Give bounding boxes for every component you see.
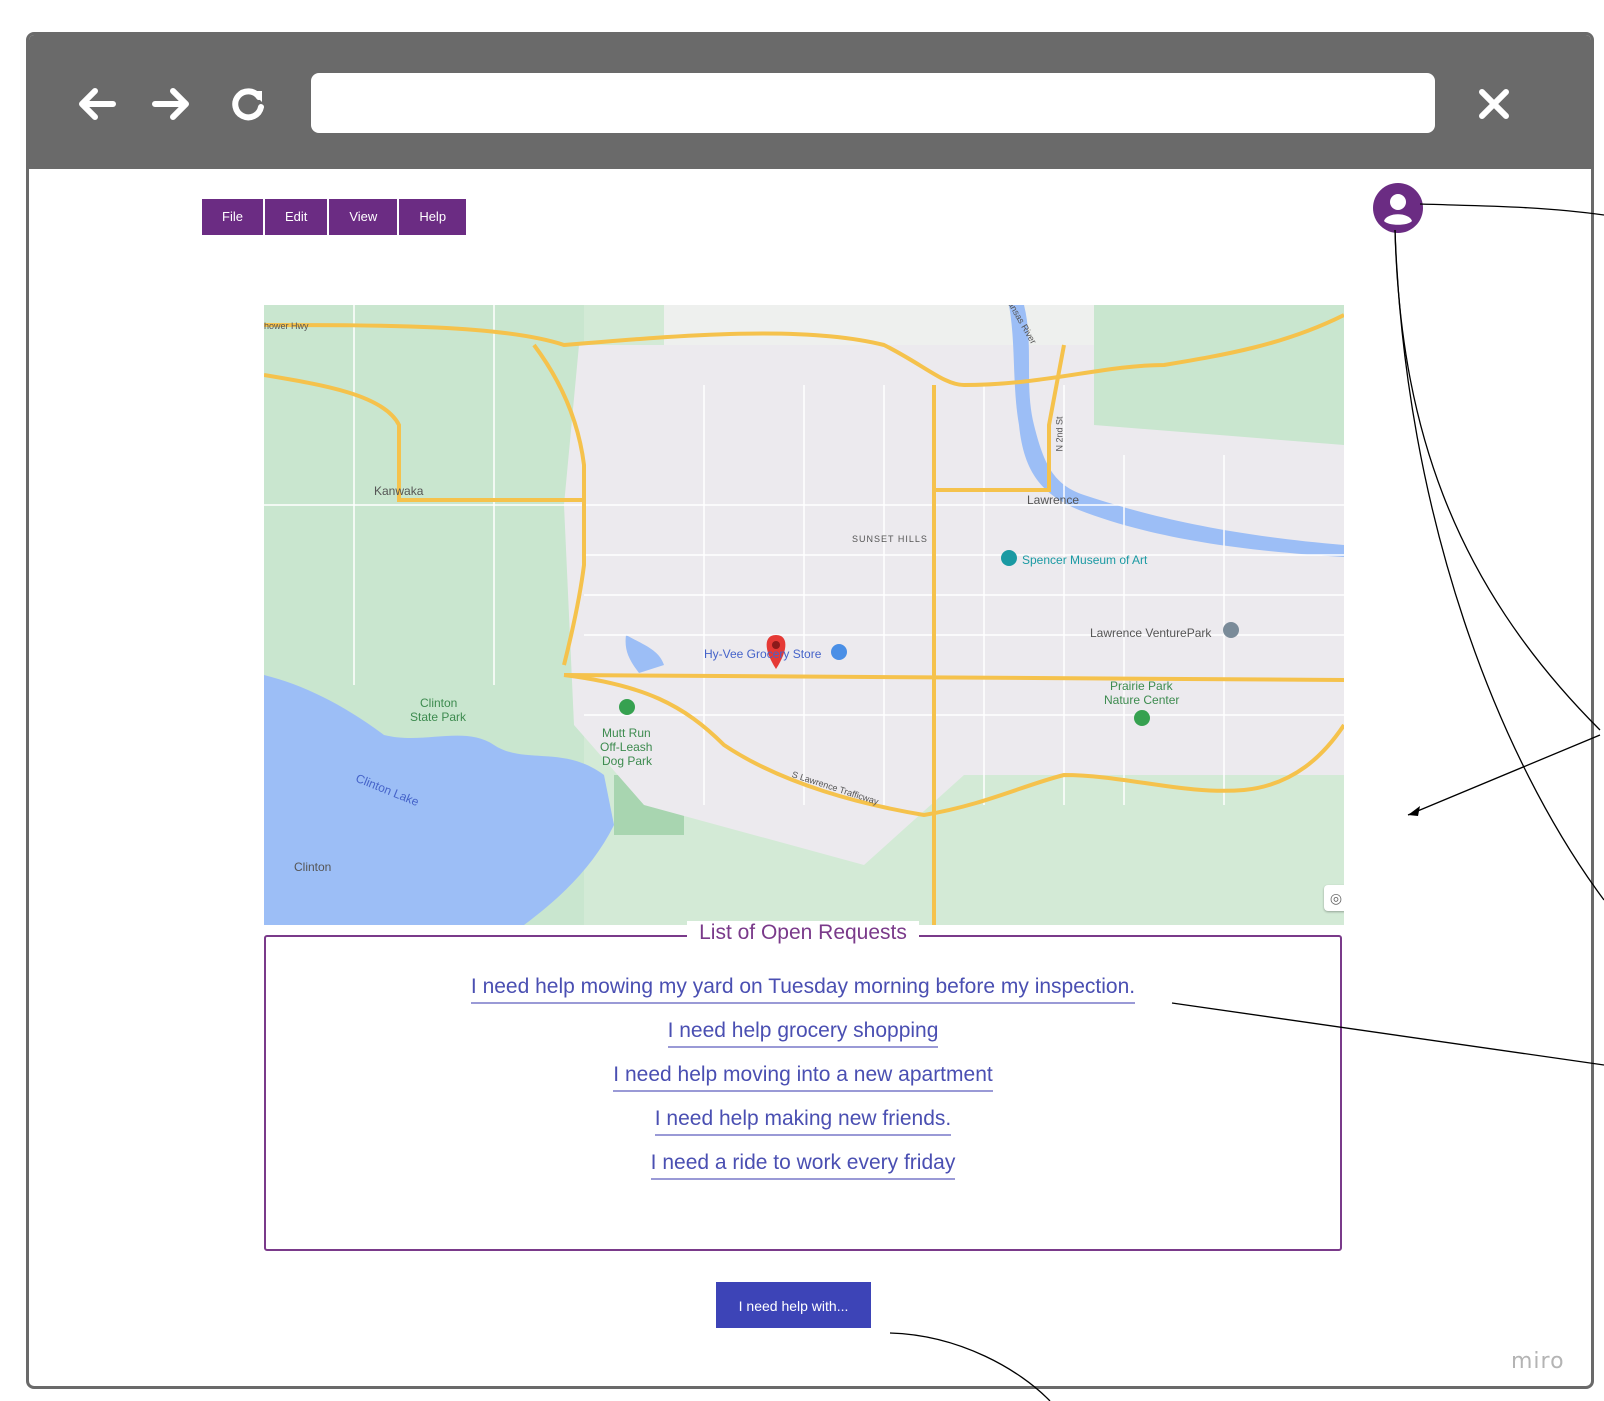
map-canvas[interactable] <box>264 305 1344 925</box>
request-item-friends[interactable]: I need help making new friends. <box>654 1107 952 1136</box>
close-icon <box>1479 89 1509 119</box>
url-bar[interactable] <box>311 73 1435 133</box>
map-label-mutt-run-1: Mutt Run <box>602 726 651 740</box>
map-label-venture-park: Lawrence VenturePark <box>1090 626 1212 640</box>
map-label-sunset-hills: SUNSET HILLS <box>852 534 928 544</box>
map-label-prairie-park-1: Prairie Park <box>1110 679 1173 693</box>
browser-toolbar <box>29 35 1591 169</box>
map-label-mutt-run-2: Off-Leash <box>600 740 653 754</box>
map-label-clinton: Clinton <box>294 860 332 874</box>
user-avatar-button[interactable] <box>1373 183 1423 233</box>
open-requests-title-wrap: List of Open Requests <box>266 921 1340 945</box>
user-avatar-icon <box>1384 194 1412 225</box>
map-label-n2nd-st: N 2nd St <box>1054 416 1065 452</box>
map-label-spencer-museum: Spencer Museum of Art <box>1022 553 1148 567</box>
close-button[interactable] <box>1467 77 1521 131</box>
arrow-right-icon <box>152 88 189 120</box>
map-label-eisenhower: hower Hwy <box>264 321 309 331</box>
map-label-clinton-park-1: Clinton <box>420 696 458 710</box>
open-requests-panel: List of Open Requests I need help mowing… <box>264 921 1342 1251</box>
map-label-clinton-park-2: State Park <box>410 710 467 724</box>
menu-file[interactable]: File <box>202 199 263 235</box>
request-item-mowing[interactable]: I need help mowing my yard on Tuesday mo… <box>470 975 1136 1004</box>
reload-button[interactable] <box>221 77 275 131</box>
map-label-prairie-park-2: Nature Center <box>1104 693 1180 707</box>
map-label-lawrence: Lawrence <box>1027 493 1080 507</box>
request-item-ride[interactable]: I need a ride to work every friday <box>650 1151 956 1180</box>
request-item-moving[interactable]: I need help moving into a new apartment <box>613 1063 993 1092</box>
crosshair-icon: ◎ <box>1329 890 1343 906</box>
map-label-hyvee: Hy-Vee Grocery Store <box>704 647 822 661</box>
forward-button[interactable] <box>145 77 199 131</box>
menu-edit[interactable]: Edit <box>264 199 328 235</box>
browser-window: File Edit View Help hower Hwy Kanwaka La… <box>26 32 1594 1389</box>
map-view[interactable]: hower Hwy Kanwaka Lawrence SUNSET HILLS … <box>264 305 1344 925</box>
need-help-button[interactable]: I need help with... <box>716 1282 871 1328</box>
menu-view[interactable]: View <box>329 199 398 235</box>
menu-bar: File Edit View Help <box>202 199 467 235</box>
map-label-kanwaka: Kanwaka <box>374 484 424 498</box>
request-item-grocery[interactable]: I need help grocery shopping <box>667 1019 939 1048</box>
arrow-left-icon <box>79 88 116 120</box>
back-button[interactable] <box>69 77 123 131</box>
locate-me-button[interactable]: ◎ <box>1324 885 1344 911</box>
reload-icon <box>232 88 264 121</box>
miro-watermark: miro <box>1511 1349 1565 1374</box>
request-list: I need help mowing my yard on Tuesday mo… <box>266 975 1340 1195</box>
map-label-mutt-run-3: Dog Park <box>602 754 653 768</box>
menu-help[interactable]: Help <box>399 199 467 235</box>
open-requests-title: List of Open Requests <box>687 921 919 944</box>
